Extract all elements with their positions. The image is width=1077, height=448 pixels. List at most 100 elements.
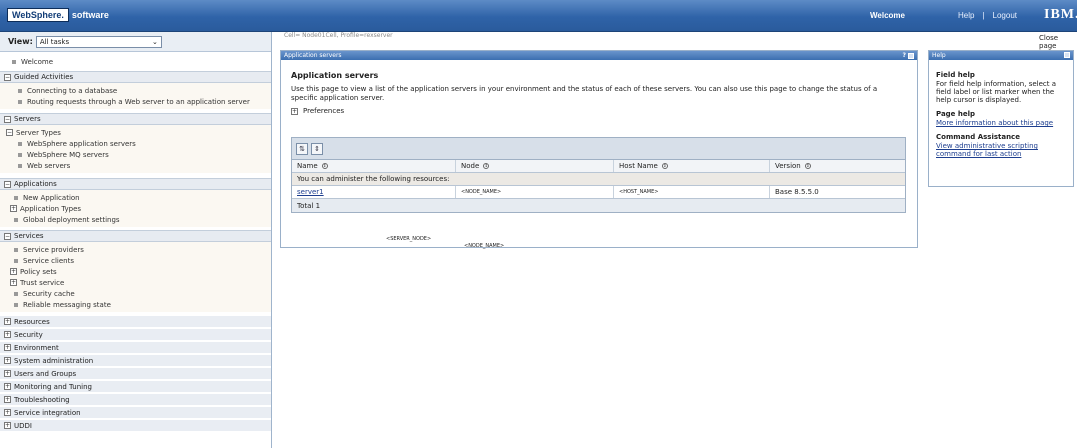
select-all-icon[interactable]: ⇅ [296,142,308,155]
nav-item-label: WebSphere MQ servers [27,150,109,159]
bullet-icon [18,88,22,93]
nav-policy-sets[interactable]: + Policy sets [0,266,271,277]
collapse-icon: − [4,115,11,123]
command-assistance-link[interactable]: View administrative scripting command fo… [936,142,1066,158]
nav-global-deployment[interactable]: Global deployment settings [0,214,271,225]
nav-service-clients[interactable]: Service clients [0,255,271,266]
nav-item-label: Trust service [20,278,65,287]
sort-icon[interactable]: ⇕ [804,163,811,169]
nav-new-application[interactable]: New Application [0,192,271,203]
banner-links: Help | Logout [958,11,1017,20]
portlet-title-bar: Application servers ? [281,51,917,60]
expand-icon: + [4,396,11,403]
cell-node: <NODE_NAME> [456,186,614,198]
nav-item-label: Connecting to a database [27,86,118,95]
section-title: Service integration [14,408,81,417]
section-title: Resources [14,317,50,326]
welcome-text: Welcome [870,11,905,20]
help-portlet: Help Field help For field help informati… [928,50,1074,187]
section-title: System administration [14,356,94,365]
header-label: Name [297,162,318,170]
view-bar: View: All tasks ⌄ [0,32,271,52]
section-service-integration[interactable]: + Service integration [0,407,271,420]
nav-web-servers[interactable]: Web servers [0,160,271,171]
header-label: Version [775,162,801,170]
section-applications[interactable]: − Applications [0,178,271,190]
expand-icon: + [291,107,298,115]
section-monitoring-and-tuning[interactable]: + Monitoring and Tuning [0,381,271,394]
minimize-icon[interactable] [908,52,914,59]
section-title: UDDI [14,421,32,430]
column-header-node[interactable]: Node ⇕ [456,160,614,172]
column-header-name[interactable]: Name ⇕ [292,160,456,172]
nav-connecting-database[interactable]: Connecting to a database [0,85,271,96]
sort-icon[interactable]: ⇕ [321,163,328,169]
section-security[interactable]: + Security [0,329,271,342]
cell-name: server1 [292,186,456,198]
total-label: Total 1 [297,201,321,210]
close-page-link[interactable]: Close page [1039,34,1077,50]
bullet-icon [12,59,16,64]
section-environment[interactable]: + Environment [0,342,271,355]
expand-icon: + [4,357,11,364]
nav-websphere-app-servers[interactable]: WebSphere application servers [0,138,271,149]
server-link[interactable]: server1 [297,188,324,196]
help-title-bar: Help [929,51,1073,60]
expand-icon: + [10,205,17,212]
section-troubleshooting[interactable]: + Troubleshooting [0,394,271,407]
column-header-version[interactable]: Version ⇕ [770,160,905,172]
services-body: Service providers Service clients + Poli… [0,242,271,312]
portlet-controls: ? [903,52,914,59]
nav-security-cache[interactable]: Security cache [0,288,271,299]
help-link[interactable]: Help [958,11,974,20]
preferences-toggle[interactable]: + Preferences [291,107,907,115]
section-services[interactable]: − Services [0,230,271,242]
cell-profile-line: Cell= Node01Cell, Profile=rexserver [284,32,393,39]
nav-server-types[interactable]: − Server Types [0,127,271,138]
nav-item-label: Web servers [27,161,71,170]
nav-welcome[interactable]: Welcome [0,56,271,67]
section-resources[interactable]: + Resources [0,316,271,329]
filter-icon[interactable]: ⇕ [311,142,323,155]
view-select[interactable]: All tasks ⌄ [35,35,162,48]
chevron-down-icon: ⌄ [151,37,158,46]
sort-icon[interactable]: ⇕ [483,163,490,169]
nav-websphere-mq-servers[interactable]: WebSphere MQ servers [0,149,271,160]
section-guided-activities[interactable]: − Guided Activities [0,71,271,83]
nav-welcome-label: Welcome [21,57,54,66]
table-message: You can administer the following resourc… [297,175,450,183]
nav-item-label: Service providers [23,245,84,254]
nav-item-label: Global deployment settings [23,215,120,224]
section-users-and-groups[interactable]: + Users and Groups [0,368,271,381]
nav-service-providers[interactable]: Service providers [0,244,271,255]
minimize-icon[interactable] [1064,52,1070,58]
bullet-icon [14,247,18,252]
logo-box: WebSphere. [7,7,69,22]
bullet-icon [14,302,18,307]
nav-item-label: Security cache [23,289,75,298]
floating-node-name-label: <NODE_NAME> [464,243,505,249]
expand-icon: + [10,279,17,286]
applications-body: New Application + Application Types Glob… [0,190,271,227]
nav-application-types[interactable]: + Application Types [0,203,271,214]
sort-icon[interactable]: ⇕ [661,163,668,169]
help-icon[interactable]: ? [903,52,906,59]
logout-link[interactable]: Logout [993,11,1017,20]
column-header-host-name[interactable]: Host Name ⇕ [614,160,770,172]
section-system-administration[interactable]: + System administration [0,355,271,368]
nav-routing-requests[interactable]: Routing requests through a Web server to… [0,96,271,107]
preferences-label: Preferences [303,107,345,115]
section-servers[interactable]: − Servers [0,113,271,125]
nav-item-label: Application Types [20,204,82,213]
expand-icon: + [4,409,11,416]
nav-trust-service[interactable]: + Trust service [0,277,271,288]
nav-reliable-messaging[interactable]: Reliable messaging state [0,299,271,310]
section-title: Users and Groups [14,369,77,378]
top-banner: WebSphere. software Welcome Help | Logou… [0,0,1077,32]
section-title: Environment [14,343,59,352]
nav-item-label: WebSphere application servers [27,139,136,148]
page-help-link[interactable]: More information about this page [936,119,1066,127]
bullet-icon [18,141,22,146]
section-uddi[interactable]: + UDDI [0,420,271,433]
nav-item-label: Server Types [16,128,61,137]
